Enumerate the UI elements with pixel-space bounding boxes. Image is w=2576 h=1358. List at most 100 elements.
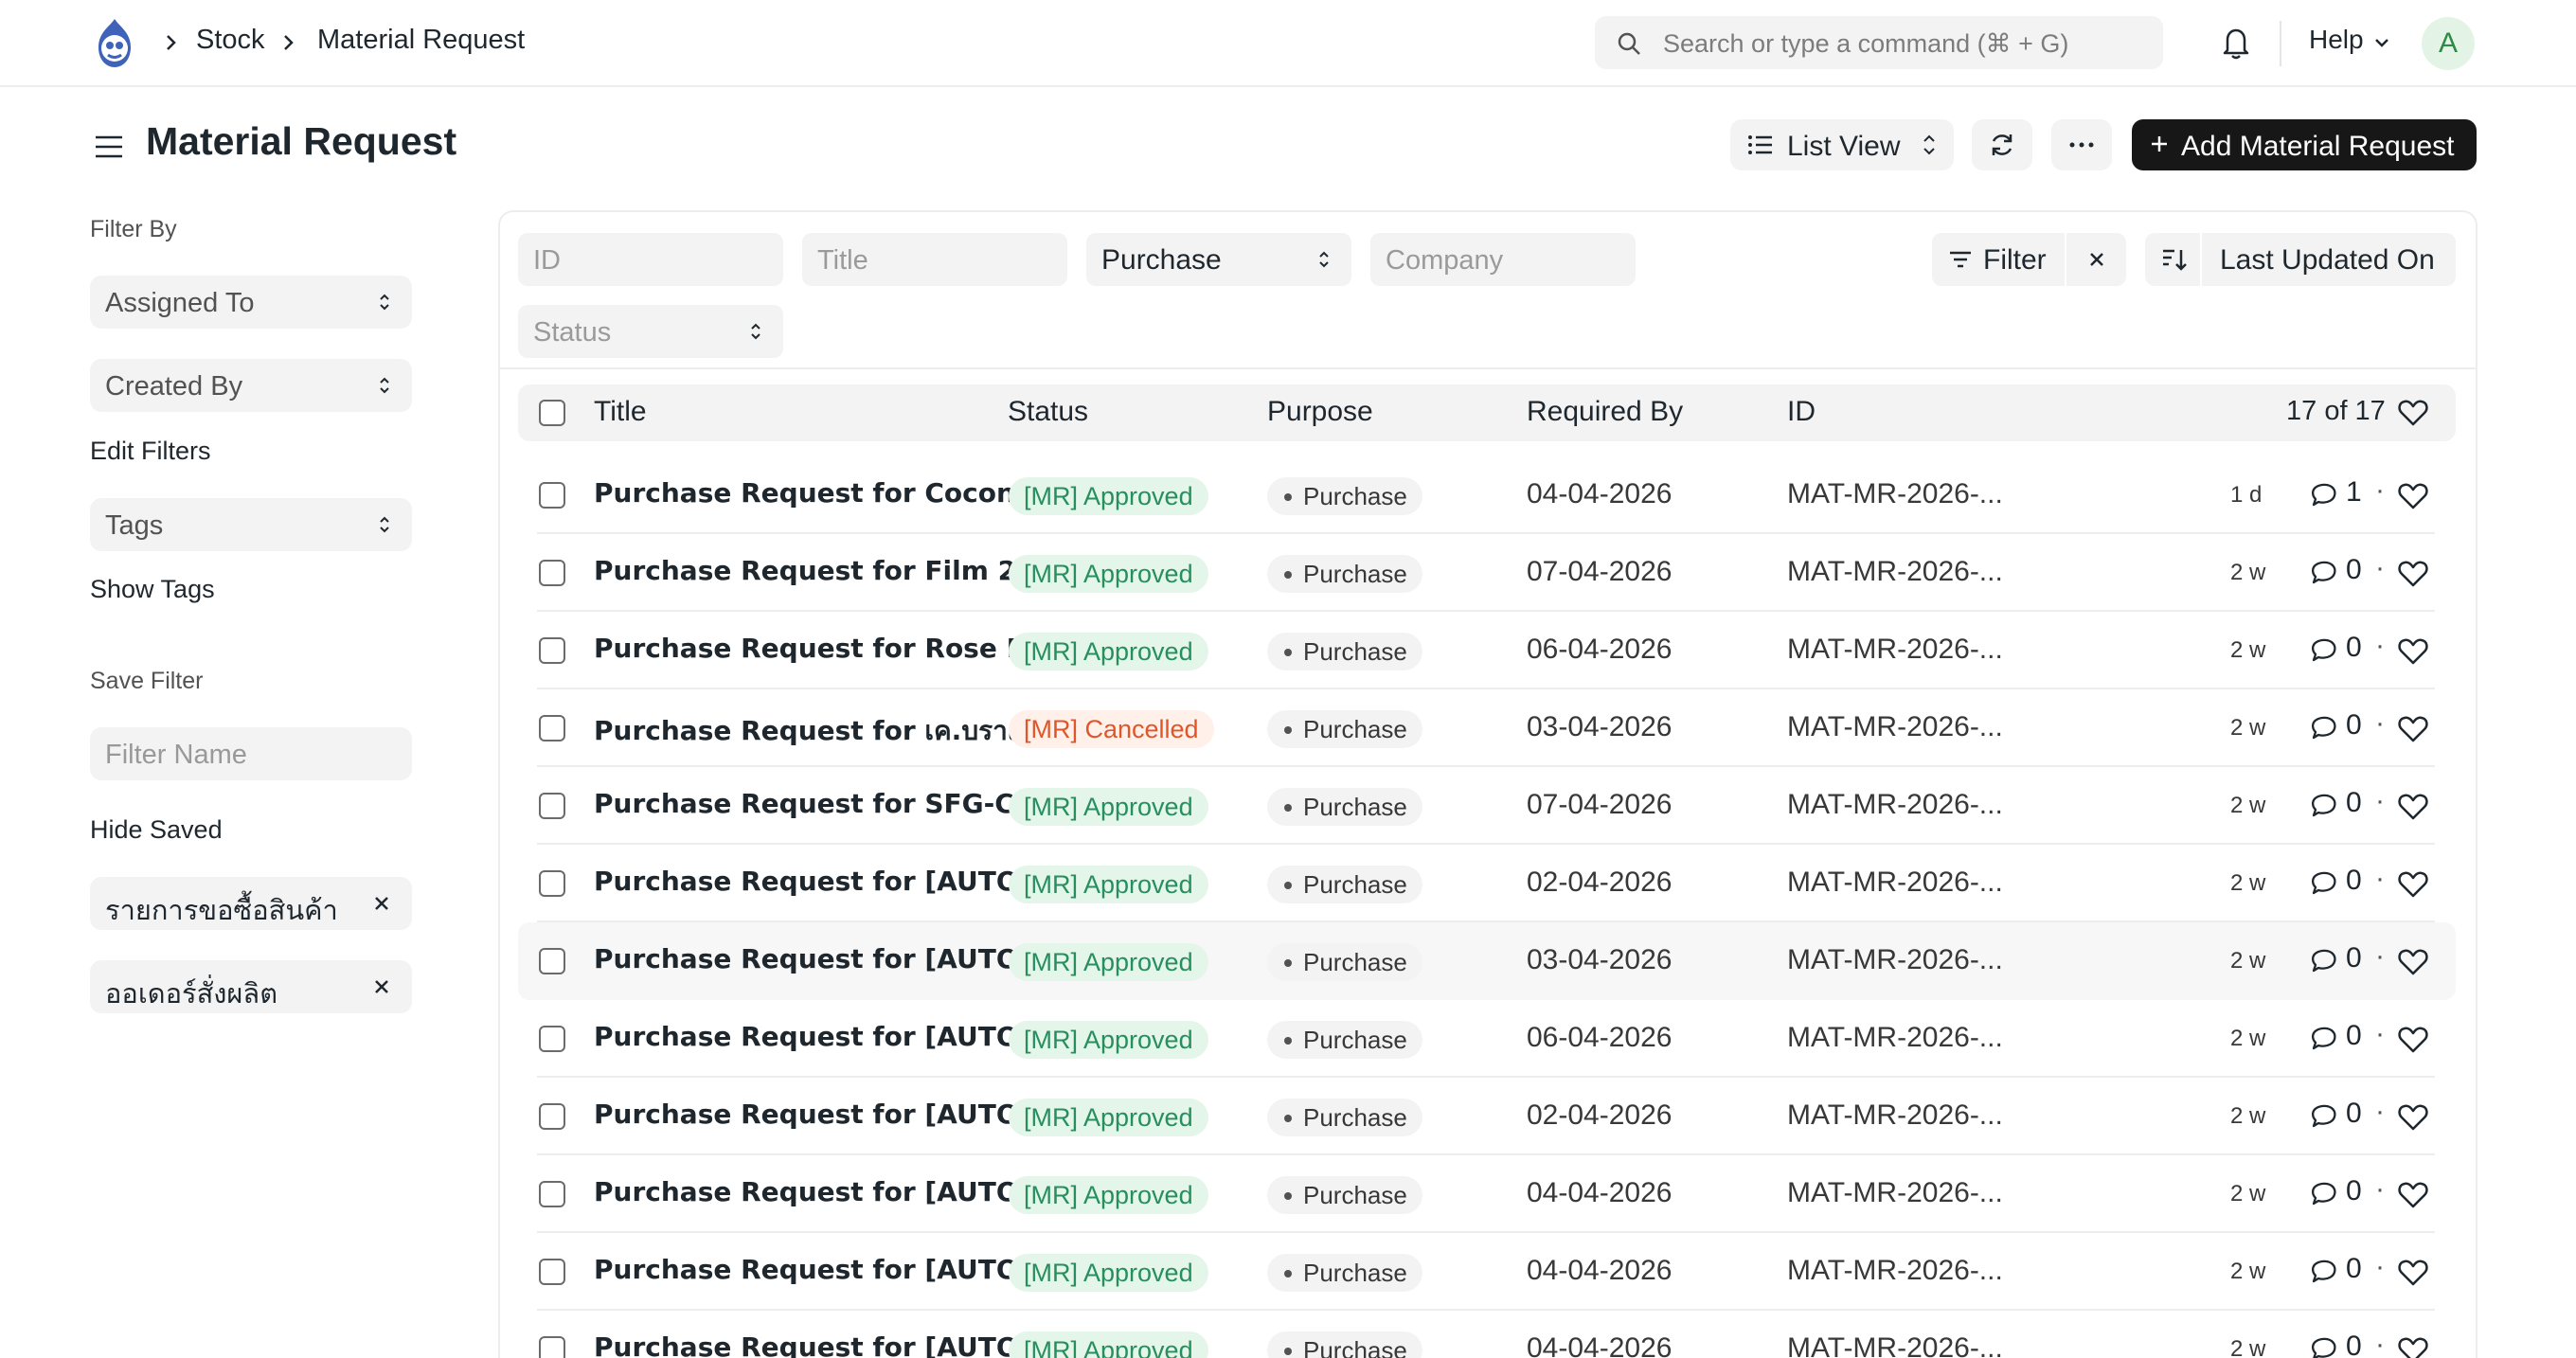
- row-title[interactable]: Purchase Request for [AUTO-SFG]: [594, 1176, 1026, 1207]
- heart-icon[interactable]: [2397, 1180, 2429, 1210]
- company-filter-input[interactable]: Company: [1370, 233, 1636, 286]
- row-checkbox[interactable]: [539, 793, 565, 819]
- chevron-down-icon[interactable]: [2373, 36, 2390, 49]
- sidebar-toggle-icon[interactable]: [93, 131, 125, 163]
- heart-icon[interactable]: [2397, 714, 2429, 744]
- clear-filter-icon[interactable]: [2087, 250, 2106, 269]
- filter-button-main[interactable]: Filter: [1932, 233, 2066, 286]
- saved-filter-item[interactable]: รายการขอซื้อสินค้า: [90, 877, 412, 930]
- panel-divider: [500, 367, 2476, 369]
- breadcrumb-stock[interactable]: Stock: [196, 25, 265, 56]
- heart-icon[interactable]: [2397, 947, 2429, 977]
- breadcrumb-material-request[interactable]: Material Request: [317, 25, 525, 56]
- row-title[interactable]: Purchase Request for SFG-CS: [594, 788, 1026, 819]
- help-menu[interactable]: Help: [2309, 25, 2364, 55]
- tags-select[interactable]: Tags: [90, 498, 412, 551]
- edit-filters-link[interactable]: Edit Filters: [90, 437, 211, 466]
- purpose-filter-select[interactable]: Purchase: [1086, 233, 1351, 286]
- search-input[interactable]: Search or type a command (⌘ + G): [1595, 16, 2163, 69]
- table-row[interactable]: Purchase Request for [AUTO-SFG][MR] Appr…: [518, 1078, 2456, 1155]
- hide-saved-link[interactable]: Hide Saved: [90, 815, 223, 845]
- row-checkbox[interactable]: [539, 1181, 565, 1207]
- row-checkbox[interactable]: [539, 948, 565, 974]
- heart-icon[interactable]: [2397, 398, 2429, 428]
- close-icon[interactable]: [372, 894, 391, 913]
- sort-field-label[interactable]: Last Updated On: [2220, 244, 2435, 277]
- select-arrows-icon: [380, 516, 389, 533]
- heart-icon[interactable]: [2397, 636, 2429, 667]
- filter-button[interactable]: Filter: [1932, 233, 2126, 286]
- list-view-selector[interactable]: List View: [1730, 119, 1954, 170]
- row-title[interactable]: Purchase Request for [AUTO-SFG]: [594, 866, 1026, 897]
- row-checkbox[interactable]: [539, 637, 565, 664]
- id-filter-input[interactable]: ID: [518, 233, 783, 286]
- heart-icon[interactable]: [2397, 559, 2429, 589]
- add-material-request-label: Add Material Request: [2181, 131, 2455, 162]
- table-row[interactable]: Purchase Request for [AUTO-SFG][MR] Appr…: [518, 1311, 2456, 1358]
- row-separator-dot: ·: [2375, 630, 2385, 661]
- select-all-checkbox[interactable]: [539, 400, 565, 426]
- row-title[interactable]: Purchase Request for เค.บราเทค: [594, 710, 1026, 752]
- row-title[interactable]: Purchase Request for [AUTO-SFG]: [594, 1021, 1026, 1052]
- row-title[interactable]: Purchase Request for Rose LLP: [594, 633, 1026, 664]
- row-checkbox[interactable]: [539, 1336, 565, 1358]
- heart-icon[interactable]: [2397, 481, 2429, 511]
- row-separator-dot: ·: [2375, 707, 2385, 739]
- sort-button[interactable]: Last Updated On: [2145, 233, 2456, 286]
- row-separator-dot: ·: [2375, 1173, 2385, 1205]
- heart-icon[interactable]: [2397, 1258, 2429, 1288]
- table-row[interactable]: Purchase Request for [AUTO-SFG][MR] Appr…: [518, 1233, 2456, 1311]
- heart-icon[interactable]: [2397, 1025, 2429, 1055]
- status-badge: [MR] Approved: [1009, 555, 1208, 593]
- heart-icon[interactable]: [2397, 869, 2429, 900]
- row-title[interactable]: Purchase Request for [AUTO-SFG]: [594, 1254, 1026, 1285]
- heart-icon[interactable]: [2397, 1335, 2429, 1358]
- close-icon[interactable]: [372, 977, 391, 996]
- table-row[interactable]: Purchase Request for Coconut Milk[MR] Ap…: [518, 456, 2456, 534]
- sort-direction-toggle[interactable]: [2145, 233, 2202, 286]
- row-checkbox[interactable]: [539, 870, 565, 897]
- heart-icon[interactable]: [2397, 792, 2429, 822]
- table-row[interactable]: Purchase Request for [AUTO-SFG][MR] Appr…: [518, 1000, 2456, 1078]
- row-title[interactable]: Purchase Request for Film 215: [594, 555, 1026, 586]
- table-row[interactable]: Purchase Request for Rose LLP [MR] Approv…: [518, 612, 2456, 689]
- table-row[interactable]: Purchase Request for เค.บราเทค [MR] Cance…: [518, 689, 2456, 767]
- row-modified-age: 2 w: [2230, 1026, 2266, 1051]
- row-checkbox[interactable]: [539, 715, 565, 742]
- assigned-to-select[interactable]: Assigned To: [90, 276, 412, 329]
- table-row[interactable]: Purchase Request for [AUTO-SFG][MR] Appr…: [518, 922, 2456, 1000]
- row-checkbox[interactable]: [539, 1259, 565, 1285]
- status-badge: [MR] Approved: [1009, 1021, 1208, 1059]
- purpose-badge: Purchase: [1267, 633, 1422, 670]
- comment-icon: [2311, 1337, 2336, 1358]
- add-material-request-button[interactable]: Add Material Request: [2132, 119, 2477, 170]
- row-checkbox[interactable]: [539, 482, 565, 509]
- app-logo-icon[interactable]: [91, 15, 138, 70]
- row-id: MAT-MR-2026-...: [1787, 556, 2003, 587]
- show-tags-link[interactable]: Show Tags: [90, 575, 215, 604]
- row-title[interactable]: Purchase Request for [AUTO-SFG]: [594, 943, 1026, 974]
- refresh-button[interactable]: [1972, 119, 2032, 170]
- more-actions-button[interactable]: [2051, 119, 2112, 170]
- table-row[interactable]: Purchase Request for [AUTO-SFG][MR] Appr…: [518, 845, 2456, 922]
- status-filter-select[interactable]: Status: [518, 305, 783, 358]
- notification-bell-icon[interactable]: [2220, 25, 2252, 61]
- row-title[interactable]: Purchase Request for Coconut Milk: [594, 477, 1026, 509]
- row-checkbox[interactable]: [539, 1103, 565, 1130]
- filter-by-label: Filter By: [90, 216, 177, 242]
- title-filter-input[interactable]: Title: [802, 233, 1067, 286]
- table-row[interactable]: Purchase Request for SFG-CS [MR] Approved…: [518, 767, 2456, 845]
- table-row[interactable]: Purchase Request for [AUTO-SFG][MR] Appr…: [518, 1155, 2456, 1233]
- created-by-select[interactable]: Created By: [90, 359, 412, 412]
- saved-filter-item[interactable]: ออเดอร์สั่งผลิต: [90, 960, 412, 1013]
- created-by-label: Created By: [105, 371, 243, 402]
- row-title[interactable]: Purchase Request for [AUTO-SFG]: [594, 1331, 1026, 1358]
- table-row[interactable]: Purchase Request for Film 215 [MR] Approv…: [518, 534, 2456, 612]
- heart-icon[interactable]: [2397, 1102, 2429, 1133]
- assigned-to-label: Assigned To: [105, 288, 255, 318]
- row-checkbox[interactable]: [539, 560, 565, 586]
- filter-name-input[interactable]: Filter Name: [90, 727, 412, 780]
- row-checkbox[interactable]: [539, 1026, 565, 1052]
- row-title[interactable]: Purchase Request for [AUTO-SFG]: [594, 1099, 1026, 1130]
- avatar[interactable]: A: [2422, 17, 2475, 70]
